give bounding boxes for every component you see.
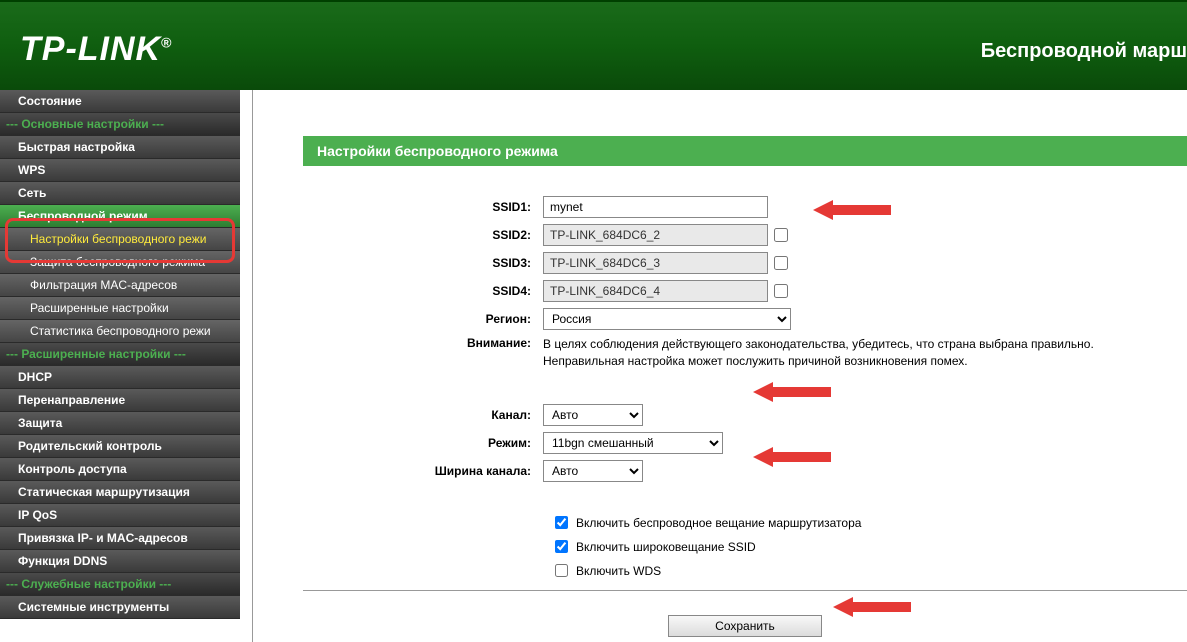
sidebar-item-2[interactable]: Быстрая настройка <box>0 136 240 159</box>
mode-label: Режим: <box>303 436 543 450</box>
sidebar-item-13[interactable]: Перенаправление <box>0 389 240 412</box>
sidebar-item-17[interactable]: Статическая маршрутизация <box>0 481 240 504</box>
mode-select[interactable]: 11bgn смешанный <box>543 432 723 454</box>
channel-label: Канал: <box>303 408 543 422</box>
ssid2-input[interactable] <box>543 224 768 246</box>
ssid4-input[interactable] <box>543 280 768 302</box>
content-area: Настройки беспроводного режима SSID1: SS… <box>240 90 1187 642</box>
sidebar-item-18[interactable]: IP QoS <box>0 504 240 527</box>
channel-select[interactable]: Авто <box>543 404 643 426</box>
logo: TP-LINK® <box>20 30 172 69</box>
warning-label: Внимание: <box>303 336 543 350</box>
ssid-broadcast-label: Включить широковещание SSID <box>576 540 756 554</box>
wireless-broadcast-checkbox[interactable] <box>555 516 568 529</box>
ssid2-label: SSID2: <box>303 228 543 242</box>
sidebar-item-20[interactable]: Функция DDNS <box>0 550 240 573</box>
sidebar-item-11: --- Расширенные настройки --- <box>0 343 240 366</box>
region-label: Регион: <box>303 312 543 326</box>
ssid1-label: SSID1: <box>303 200 543 214</box>
sidebar-item-1: --- Основные настройки --- <box>0 113 240 136</box>
sidebar-item-3[interactable]: WPS <box>0 159 240 182</box>
sidebar-item-22[interactable]: Системные инструменты <box>0 596 240 619</box>
width-select[interactable]: Авто <box>543 460 643 482</box>
wireless-broadcast-label: Включить беспроводное вещание маршрутиза… <box>576 516 861 530</box>
sidebar: Состояние--- Основные настройки ---Быстр… <box>0 90 240 642</box>
sidebar-item-7[interactable]: Защита беспроводного режима <box>0 251 240 274</box>
header-title: Беспроводной марш <box>981 40 1187 63</box>
sidebar-item-8[interactable]: Фильтрация MAC-адресов <box>0 274 240 297</box>
ssid3-checkbox[interactable] <box>774 256 788 270</box>
sidebar-item-15[interactable]: Родительский контроль <box>0 435 240 458</box>
ssid2-checkbox[interactable] <box>774 228 788 242</box>
ssid4-label: SSID4: <box>303 284 543 298</box>
warning-text: В целях соблюдения действующего законода… <box>543 336 1123 370</box>
wds-checkbox[interactable] <box>555 564 568 577</box>
sidebar-item-10[interactable]: Статистика беспроводного режи <box>0 320 240 343</box>
region-select[interactable]: Россия <box>543 308 791 330</box>
sidebar-item-14[interactable]: Защита <box>0 412 240 435</box>
sidebar-item-6[interactable]: Настройки беспроводного режи <box>0 228 240 251</box>
panel-title: Настройки беспроводного режима <box>303 136 1187 166</box>
save-button[interactable]: Сохранить <box>668 615 822 637</box>
wds-label: Включить WDS <box>576 564 661 578</box>
sidebar-item-12[interactable]: DHCP <box>0 366 240 389</box>
ssid-broadcast-checkbox[interactable] <box>555 540 568 553</box>
sidebar-item-5[interactable]: Беспроводной режим <box>0 205 240 228</box>
sidebar-item-16[interactable]: Контроль доступа <box>0 458 240 481</box>
arrow-annotation-icon <box>833 595 913 619</box>
ssid3-input[interactable] <box>543 252 768 274</box>
width-label: Ширина канала: <box>303 464 543 478</box>
header: TP-LINK® Беспроводной марш <box>0 0 1187 90</box>
sidebar-item-0[interactable]: Состояние <box>0 90 240 113</box>
sidebar-item-19[interactable]: Привязка IP- и MAC-адресов <box>0 527 240 550</box>
ssid3-label: SSID3: <box>303 256 543 270</box>
ssid1-input[interactable] <box>543 196 768 218</box>
sidebar-item-9[interactable]: Расширенные настройки <box>0 297 240 320</box>
sidebar-item-4[interactable]: Сеть <box>0 182 240 205</box>
ssid4-checkbox[interactable] <box>774 284 788 298</box>
sidebar-item-21: --- Служебные настройки --- <box>0 573 240 596</box>
